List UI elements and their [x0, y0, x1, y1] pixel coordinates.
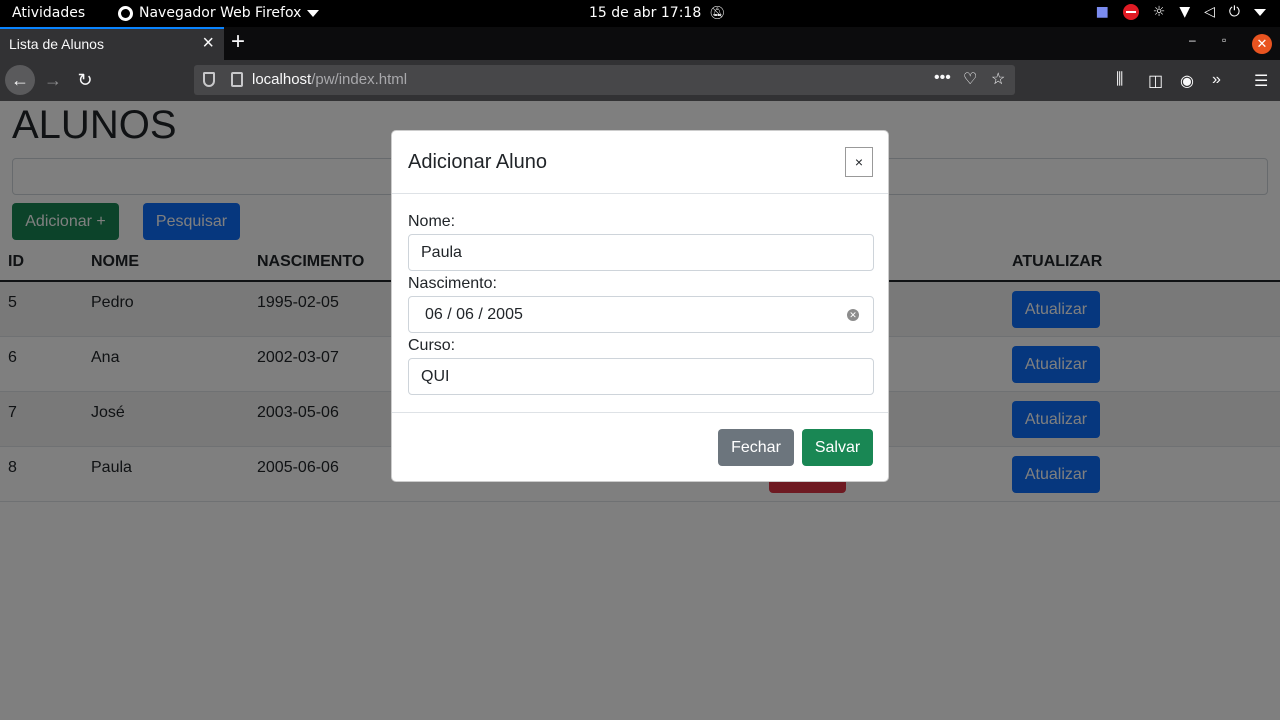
- new-tab-icon[interactable]: +: [231, 28, 245, 56]
- tracking-shield-icon[interactable]: [203, 72, 215, 87]
- nascimento-value: 06 / 06 / 2005: [425, 306, 523, 323]
- bookmark-star-icon[interactable]: ☆: [991, 69, 1005, 89]
- activities-button[interactable]: Atividades: [12, 5, 85, 21]
- brightness-icon: ☼: [1152, 4, 1166, 20]
- extension-icon[interactable]: ■: [1096, 4, 1109, 20]
- gnome-top-bar: Atividades Navegador Web Firefox 15 de a…: [0, 0, 1280, 27]
- page-content: ALUNOS Adicionar + Pesquisar ID NOME NAS…: [0, 101, 1280, 720]
- navigation-bar: ← → ↻ localhost/pw/index.html ••• ♡ ☆ ⫼ …: [0, 60, 1280, 101]
- page-actions-icon[interactable]: •••: [934, 69, 951, 87]
- modal-title: Adicionar Aluno: [408, 151, 547, 173]
- maximize-icon[interactable]: ▫: [1222, 33, 1226, 47]
- back-icon[interactable]: ←: [5, 65, 35, 95]
- url-text[interactable]: localhost/pw/index.html: [252, 71, 407, 88]
- system-tray[interactable]: ■ ☼ ▼ ◁ ⏻: [1096, 4, 1266, 20]
- url-path: /pw/index.html: [311, 71, 408, 88]
- curso-label: Curso:: [408, 337, 456, 354]
- nome-label: Nome:: [408, 213, 456, 230]
- close-tab-icon[interactable]: ×: [202, 32, 214, 55]
- power-icon: ⏻: [1228, 4, 1240, 20]
- close-button[interactable]: Fechar: [718, 429, 794, 466]
- modal-header: Adicionar Aluno ×: [392, 131, 888, 194]
- clock-label: 15 de abr 17:18: [589, 5, 702, 21]
- pocket-icon[interactable]: ♡: [963, 69, 977, 89]
- tab-strip: Lista de Alunos × + – ▫: [0, 27, 1280, 60]
- sidebar-icon[interactable]: ◫: [1148, 71, 1163, 91]
- app-menu-label: Navegador Web Firefox: [139, 5, 302, 21]
- tab-title: Lista de Alunos: [9, 36, 104, 52]
- window-close-icon[interactable]: ✕: [1252, 34, 1272, 54]
- page-info-icon[interactable]: [231, 72, 243, 87]
- url-bar[interactable]: localhost/pw/index.html ••• ♡ ☆: [194, 65, 1015, 95]
- wifi-icon: ▼: [1179, 4, 1191, 20]
- system-menu-chevron-icon[interactable]: [1254, 8, 1266, 16]
- url-host: localhost: [252, 71, 312, 88]
- curso-field[interactable]: QUI: [408, 358, 874, 395]
- volume-icon: ◁: [1204, 4, 1215, 20]
- save-button[interactable]: Salvar: [802, 429, 873, 466]
- forward-icon[interactable]: →: [38, 65, 68, 95]
- close-icon[interactable]: ×: [845, 147, 873, 177]
- reload-icon[interactable]: ↻: [70, 65, 100, 95]
- nascimento-label: Nascimento:: [408, 275, 497, 292]
- chevron-down-icon: [307, 9, 320, 17]
- account-icon[interactable]: ◉: [1180, 71, 1194, 91]
- clear-date-icon[interactable]: ✕: [847, 309, 859, 321]
- modal-footer: Fechar Salvar: [392, 412, 888, 482]
- firefox-icon: [118, 5, 133, 21]
- notifications-muted-icon: 🔕︎: [709, 5, 726, 21]
- app-menu[interactable]: Navegador Web Firefox: [118, 5, 320, 21]
- overflow-menu-icon[interactable]: »: [1212, 71, 1221, 89]
- library-icon[interactable]: ⫼: [1116, 71, 1123, 89]
- nome-field[interactable]: Paula: [408, 234, 874, 271]
- tab-lista-de-alunos[interactable]: Lista de Alunos ×: [0, 27, 224, 60]
- add-student-modal: Adicionar Aluno × Nome: Paula Nascimento…: [391, 130, 889, 482]
- nascimento-date-field[interactable]: 06 / 06 / 2005 ✕: [408, 296, 874, 333]
- hamburger-menu-icon[interactable]: ☰: [1254, 71, 1268, 91]
- clock[interactable]: 15 de abr 17:18 🔕︎: [589, 5, 726, 21]
- do-not-disturb-icon[interactable]: [1122, 4, 1139, 20]
- minimize-icon[interactable]: –: [1189, 33, 1196, 47]
